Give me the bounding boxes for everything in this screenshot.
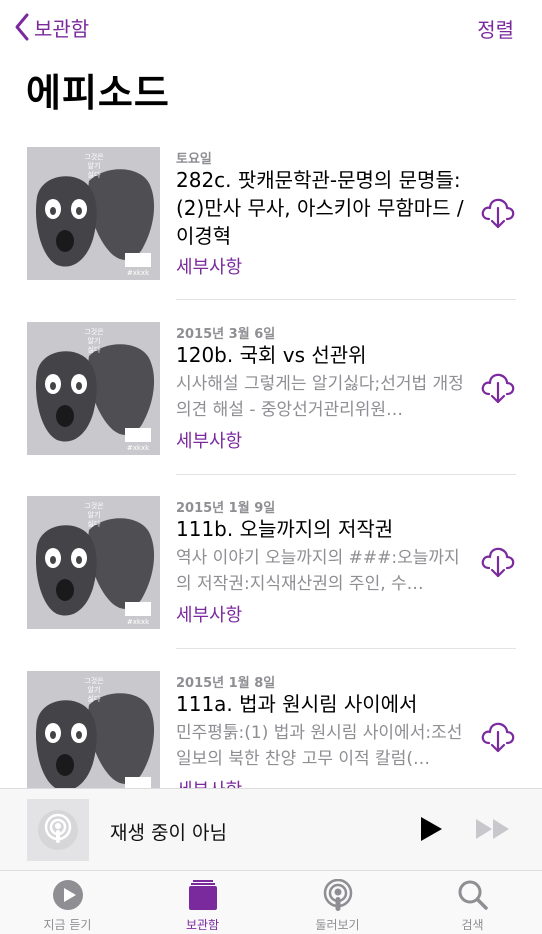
svg-text:싫다: 싫다 (88, 694, 101, 703)
svg-text:#xkxk: #xkxk (127, 618, 150, 626)
svg-text:알기: 알기 (88, 685, 101, 694)
episode-row[interactable]: 그것은 알기 싫다 #xkxk 2015년 1월 8일 111a. 법과 원시림… (0, 664, 542, 788)
episode-title: 282c. 팟캐문학관-문명의 문명들:(2)만사 무사, 아스키아 무함마드 … (176, 168, 464, 248)
tab-browse[interactable]: 둘러보기 (270, 871, 405, 934)
details-link[interactable]: 세부사항 (176, 776, 242, 788)
episode-artwork: 그것은 알기 싫다 #xkxk (27, 322, 160, 455)
fast-forward-button[interactable] (474, 817, 512, 845)
episode-date: 2015년 1월 9일 (176, 501, 276, 516)
download-cloud-icon[interactable] (480, 194, 516, 230)
tab-label: 보관함 (185, 918, 220, 932)
svg-text:싫다: 싫다 (88, 519, 101, 528)
podcast-cover-icon: 그것은 알기 싫다 #xkxk (27, 671, 160, 788)
episode-artwork: 그것은 알기 싫다 #xkxk (27, 147, 160, 280)
svg-text:그것은: 그것은 (84, 501, 104, 510)
episode-title: 120b. 국회 vs 선관위 (176, 343, 367, 367)
back-label: 보관함 (34, 16, 90, 41)
svg-text:알기: 알기 (88, 510, 101, 519)
tab-label: 지금 듣기 (43, 918, 92, 932)
podcast-placeholder-icon (27, 799, 89, 861)
fast-forward-icon (476, 819, 509, 839)
episode-date: 토요일 (176, 152, 212, 167)
tab-label: 검색 (461, 918, 484, 932)
svg-text:그것은: 그것은 (84, 152, 104, 161)
separator (176, 299, 516, 300)
details-link[interactable]: 세부사항 (176, 427, 242, 453)
details-link[interactable]: 세부사항 (176, 253, 242, 279)
podcast-cover-icon: 그것은 알기 싫다 #xkxk (27, 322, 160, 455)
podcast-cover-icon: 그것은 알기 싫다 #xkxk (27, 496, 160, 629)
play-icon (421, 817, 442, 841)
svg-text:알기: 알기 (88, 161, 101, 170)
episode-title: 111b. 오늘까지의 저작권 (176, 517, 394, 541)
tab-listen-now[interactable]: 지금 듣기 (0, 871, 135, 934)
library-icon (188, 880, 217, 910)
episode-description: 민주평툵:(1) 법과 원시림 사이에서:조선일보의 북한 찬양 고무 이적 칼… (176, 723, 463, 769)
player-status: 재생 중이 아님 (110, 822, 227, 844)
navigation-bar: 보관함 정렬 (0, 0, 542, 56)
download-cloud-icon[interactable] (480, 543, 516, 579)
svg-text:#xkxk: #xkxk (127, 444, 150, 452)
svg-text:싫다: 싫다 (88, 345, 101, 354)
page-title: 에피소드 (26, 71, 170, 115)
episode-date: 2015년 3월 6일 (176, 327, 276, 342)
episode-row[interactable]: 그것은 알기 싫다 #xkxk 2015년 1월 9일 111b. 오늘까지의 … (0, 489, 542, 663)
episode-artwork: 그것은 알기 싫다 #xkxk (27, 671, 160, 788)
separator (176, 474, 516, 475)
episode-description: 역사 이야기 오늘까지의 ###:오늘까지의 저작권:지식재산권의 주인, 수… (176, 548, 460, 594)
podcast-cover-icon: 그것은 알기 싫다 #xkxk (27, 147, 160, 280)
tab-label: 둘러보기 (315, 918, 360, 932)
download-cloud-icon[interactable] (480, 369, 516, 405)
download-cloud-icon[interactable] (480, 718, 516, 754)
tab-library[interactable]: 보관함 (135, 871, 270, 934)
svg-text:싫다: 싫다 (88, 170, 101, 179)
tab-bar: 지금 듣기 보관함 둘러보기 검색 (0, 870, 542, 934)
svg-text:그것은: 그것은 (84, 327, 104, 336)
details-link[interactable]: 세부사항 (176, 601, 242, 627)
play-circle-icon (52, 880, 83, 910)
episode-date: 2015년 1월 8일 (176, 676, 276, 691)
episode-row[interactable]: 그것은 알기 싫다 #xkxk 2015년 3월 6일 120b. 국회 vs … (0, 315, 542, 489)
mini-player[interactable]: 재생 중이 아님 (0, 788, 542, 870)
svg-text:그것은: 그것은 (84, 676, 104, 685)
play-button[interactable] (418, 815, 444, 847)
episode-description: 시사해설 그렇게는 알기싫다;선거법 개정 의견 해설 - 중앙선거관리위원… (176, 374, 464, 420)
chevron-left-icon (15, 13, 29, 41)
episode-row[interactable]: 그것은 알기 싫다 #xkxk 토요일 282c. 팟캐문학관-문명의 문명들:… (0, 140, 542, 314)
svg-text:알기: 알기 (88, 336, 101, 345)
svg-text:#xkxk: #xkxk (127, 269, 150, 277)
sort-button[interactable]: 정렬 (477, 14, 514, 43)
episode-title: 111a. 법과 원시림 사이에서 (176, 692, 418, 716)
search-icon (458, 880, 488, 910)
episode-list[interactable]: 그것은 알기 싫다 #xkxk 토요일 282c. 팟캐문학관-문명의 문명들:… (0, 140, 542, 788)
tab-search[interactable]: 검색 (405, 871, 540, 934)
podcast-icon (323, 879, 352, 911)
episode-artwork: 그것은 알기 싫다 #xkxk (27, 496, 160, 629)
back-button[interactable]: 보관함 (14, 12, 89, 42)
separator (176, 648, 516, 649)
